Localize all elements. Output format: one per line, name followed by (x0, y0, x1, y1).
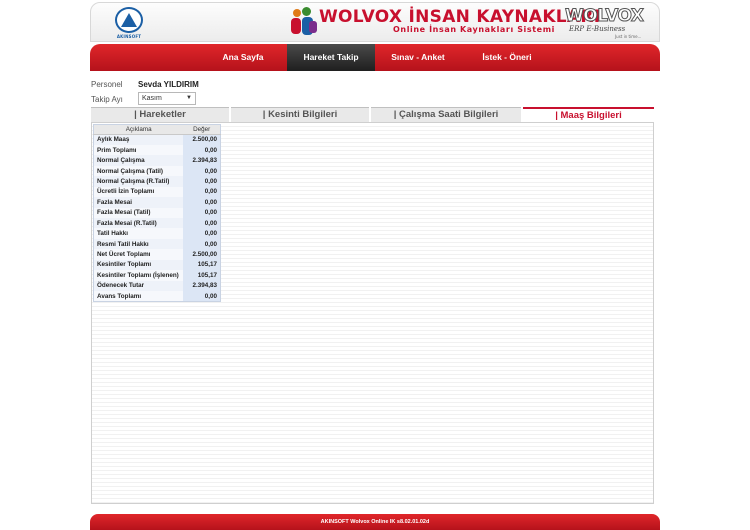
row-value: 0,00 (183, 238, 221, 250)
row-label: Kesintiler Toplamı (93, 259, 184, 271)
nav-item-istek-oneri[interactable]: İstek - Öneri (468, 44, 546, 71)
row-label: Normal Çalışma (93, 155, 184, 166)
header: AKINSOFT WOLVOX İNSAN KAYNAKLARI Online … (90, 2, 660, 42)
row-value: 0,00 (183, 228, 221, 239)
table-row: Fazla Mesai 0,00 (93, 197, 221, 208)
tab-hareketler[interactable]: | Hareketler (91, 107, 229, 122)
table-row: Net Ücret Toplamı 2.500,00 (93, 249, 221, 260)
row-label: Fazla Mesai (R.Tatil) (93, 218, 184, 229)
row-value: 105,17 (183, 270, 221, 281)
salary-table: Açıklama Değer Aylık Maaş 2.500,00 Prim To… (93, 124, 221, 302)
wolvox-logo-text: WOLVOX (565, 6, 645, 27)
row-value: 2.500,00 (183, 249, 221, 260)
app-title: WOLVOX İNSAN KAYNAKLARI (319, 7, 601, 27)
row-value: 0,00 (183, 197, 221, 208)
akinsoft-logo-mark (121, 13, 137, 27)
people-icon (291, 7, 317, 37)
table-row: Tatil Hakkı 0,00 (93, 228, 221, 239)
wolvox-logo[interactable]: WOLVOX ERP E-Business Just in time... (563, 6, 645, 40)
chevron-down-icon: ▼ (186, 95, 192, 101)
akinsoft-logo-label: AKINSOFT (116, 34, 142, 39)
tab-kesinti-bilgileri[interactable]: | Kesinti Bilgileri (231, 107, 369, 122)
row-value: 0,00 (183, 144, 221, 156)
row-label: Normal Çalışma (R.Tatil) (93, 176, 184, 187)
tab-calisma-saati-bilgileri[interactable]: | Çalışma Saati Bilgileri (371, 107, 521, 122)
tab-maas-bilgileri[interactable]: | Maaş Bilgileri (523, 107, 654, 122)
row-label: Resmi Tatil Hakkı (93, 238, 184, 250)
akinsoft-logo[interactable]: AKINSOFT (111, 7, 147, 39)
table-row: Fazla Mesai (Tatil) 0,00 (93, 207, 221, 218)
row-value: 0,00 (183, 207, 221, 218)
table-row: Ödenecek Tutar 2.394,83 (93, 280, 221, 292)
row-value: 0,00 (183, 186, 221, 198)
table-row: Resmi Tatil Hakkı 0,00 (93, 238, 221, 250)
row-label: Ödenecek Tutar (93, 280, 184, 292)
table-row: Ücretli İzin Toplamı 0,00 (93, 186, 221, 198)
table-row: Fazla Mesai (R.Tatil) 0,00 (93, 218, 221, 229)
column-header-aciklama[interactable]: Açıklama (93, 124, 184, 135)
row-label: Fazla Mesai (Tatil) (93, 207, 184, 218)
personel-label: Personel (91, 80, 123, 89)
table-header-row: Açıklama Değer (93, 124, 221, 135)
row-label: Kesintiler Toplamı (İşlenen) (93, 270, 184, 281)
page: AKINSOFT WOLVOX İNSAN KAYNAKLARI Online … (0, 0, 750, 530)
table-row: Kesintiler Toplamı (İşlenen) 105,17 (93, 270, 221, 281)
nav-item-hareket-takip[interactable]: Hareket Takip (287, 44, 375, 71)
row-label: Fazla Mesai (93, 197, 184, 208)
table-row: Aylık Maaş 2.500,00 (93, 134, 221, 145)
tab-bar: | Hareketler | Kesinti Bilgileri | Çalış… (91, 107, 654, 122)
table-row: Prim Toplamı 0,00 (93, 144, 221, 156)
row-value: 2.500,00 (183, 134, 221, 145)
row-value: 0,00 (183, 176, 221, 187)
takip-ayi-selected: Kasım (142, 95, 162, 102)
personel-value: Sevda YILDIRIM (138, 80, 199, 89)
row-value: 0,00 (183, 291, 221, 302)
wolvox-logo-tag: ERP E-Business (569, 25, 626, 33)
row-label: Avans Toplamı (93, 291, 184, 302)
row-value: 105,17 (183, 259, 221, 271)
table-row: Avans Toplamı 0,00 (93, 291, 221, 302)
app-subtitle: Online İnsan Kaynakları Sistemi (393, 25, 555, 34)
row-value: 0,00 (183, 165, 221, 177)
row-value: 2.394,83 (183, 280, 221, 292)
table-row: Normal Çalışma (R.Tatil) 0,00 (93, 176, 221, 187)
column-header-deger[interactable]: Değer (183, 124, 221, 135)
row-value: 0,00 (183, 218, 221, 229)
row-label: Net Ücret Toplamı (93, 249, 184, 260)
nav-item-sinav-anket[interactable]: Sınav - Anket (383, 44, 453, 71)
footer: AKINSOFT Wolvox Online IK s8.02.01.02d (90, 514, 660, 530)
wolvox-logo-slogan: Just in time... (615, 34, 642, 39)
table-row: Normal Çalışma 2.394,83 (93, 155, 221, 166)
row-label: Prim Toplamı (93, 144, 184, 156)
table-body: Aylık Maaş 2.500,00 Prim Toplamı 0,00 Normal… (93, 134, 221, 302)
row-label: Normal Çalışma (Tatil) (93, 165, 184, 177)
row-label: Aylık Maaş (93, 134, 184, 145)
main-nav: Ana Sayfa Hareket Takip Sınav - Anket İs… (90, 44, 660, 71)
table-row: Kesintiler Toplamı 105,17 (93, 259, 221, 271)
takip-ayi-label: Takip Ayı (91, 95, 123, 104)
table-row: Normal Çalışma (Tatil) 0,00 (93, 165, 221, 177)
row-label: Ücretli İzin Toplamı (93, 186, 184, 198)
takip-ayi-select[interactable]: Kasım ▼ (138, 92, 196, 105)
nav-item-ana-sayfa[interactable]: Ana Sayfa (208, 44, 278, 71)
row-label: Tatil Hakkı (93, 228, 184, 239)
row-value: 2.394,83 (183, 155, 221, 166)
